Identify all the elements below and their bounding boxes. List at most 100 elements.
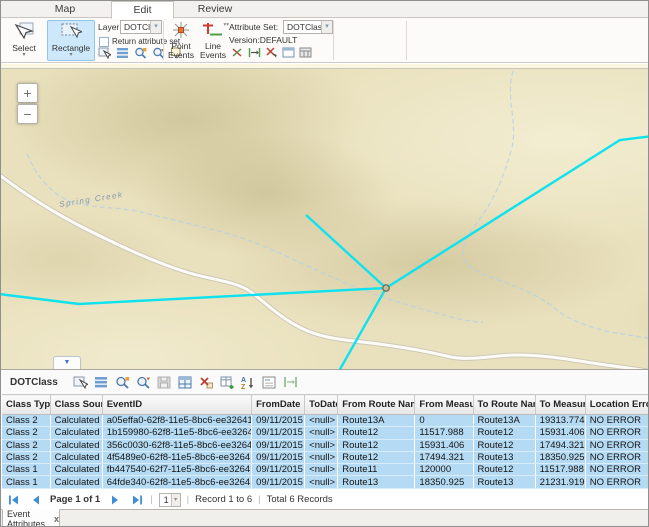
show-table-icon[interactable] <box>177 374 194 390</box>
save-icon[interactable] <box>156 374 173 390</box>
tab-edit[interactable]: Edit <box>111 1 174 19</box>
table-cell[interactable]: <null> <box>305 427 338 439</box>
tab-map[interactable]: Map <box>31 1 99 18</box>
chevron-down-icon[interactable]: ▾ <box>321 21 332 33</box>
column-header[interactable]: Class Type <box>2 395 50 415</box>
table-cell[interactable]: Class 2 <box>2 439 50 451</box>
rectangle-button[interactable]: Rectangle ▾ <box>47 20 95 61</box>
table-cell[interactable]: Class 2 <box>2 451 50 463</box>
column-header[interactable]: Class Source <box>50 395 102 415</box>
event-table-icon[interactable] <box>298 46 312 59</box>
event-panel-icon[interactable] <box>281 46 295 59</box>
zoom-to-selection-icon[interactable] <box>114 374 131 390</box>
table-row[interactable]: Class 2Calculateda05effa0-62f8-11e5-8bc6… <box>2 415 649 427</box>
table-row[interactable]: Class 1Calculatedfb447540-62f7-11e5-8bc6… <box>2 464 649 476</box>
split-event-icon[interactable] <box>230 46 244 59</box>
table-cell[interactable]: Calculated <box>50 451 102 463</box>
table-cell[interactable]: Route11 <box>338 464 415 476</box>
table-cell[interactable]: 17494.321 <box>535 439 585 451</box>
map-canvas[interactable]: + − Spring Creek ▼ <box>1 69 649 369</box>
table-cell[interactable]: Route13 <box>338 476 415 488</box>
point-events-button[interactable]: Point Events <box>165 20 197 61</box>
last-page-button[interactable] <box>130 493 144 506</box>
table-cell[interactable]: 09/11/2015 <box>252 451 305 463</box>
table-cell[interactable]: 09/11/2015 <box>252 439 305 451</box>
table-cell[interactable]: <null> <box>305 439 338 451</box>
table-cell[interactable]: <null> <box>305 476 338 488</box>
table-cell[interactable]: 09/11/2015 <box>252 476 305 488</box>
select-button[interactable]: Select ▾ <box>5 20 43 61</box>
table-cell[interactable]: NO ERROR <box>585 439 648 451</box>
chevron-down-icon[interactable]: ▾ <box>171 494 180 506</box>
table-cell[interactable]: <null> <box>305 415 338 427</box>
line-events-button[interactable]: Line Events ▾▾ <box>198 20 228 61</box>
panel-collapse-button[interactable]: ▼ <box>53 356 81 369</box>
table-cell[interactable]: NO ERROR <box>585 451 648 463</box>
table-cell[interactable]: 11517.988 <box>535 464 585 476</box>
table-row[interactable]: Class 2Calculated1b159980-62f8-11e5-8bc6… <box>2 427 649 439</box>
table-cell[interactable]: 09/11/2015 <box>252 427 305 439</box>
table-cell[interactable]: Route13A <box>338 415 415 427</box>
table-cell[interactable]: 0 <box>415 415 473 427</box>
table-cell[interactable]: 09/11/2015 <box>252 464 305 476</box>
page-number-combobox[interactable]: 1 ▾ <box>159 493 181 507</box>
layer-combobox[interactable]: DOTClass ▾ <box>120 20 162 34</box>
table-cell[interactable]: NO ERROR <box>585 427 648 439</box>
table-cell[interactable]: 21231.919 <box>535 476 585 488</box>
measure-range-icon[interactable] <box>282 374 299 390</box>
table-cell[interactable]: NO ERROR <box>585 415 648 427</box>
table-cell[interactable]: <null> <box>305 451 338 463</box>
table-cell[interactable]: 4f5489e0-62f8-11e5-8bc6-ee32641d5ec9 <box>102 451 251 463</box>
pan-to-selection-icon[interactable] <box>135 374 152 390</box>
table-cell[interactable]: 09/11/2015 <box>252 415 305 427</box>
column-header[interactable]: From Measure <box>415 395 473 415</box>
select-features-icon[interactable] <box>97 46 111 59</box>
event-table[interactable]: Class TypeClass SourceEventIDFromDateToD… <box>2 394 649 489</box>
table-cell[interactable]: Route12 <box>473 439 535 451</box>
table-cell[interactable]: Route12 <box>338 427 415 439</box>
table-cell[interactable]: Class 2 <box>2 415 50 427</box>
table-row[interactable]: Class 1Calculated64fde340-62f8-11e5-8bc6… <box>2 476 649 488</box>
table-cell[interactable]: Calculated <box>50 439 102 451</box>
table-cell[interactable]: NO ERROR <box>585 464 648 476</box>
table-cell[interactable]: Route12 <box>338 451 415 463</box>
list-icon[interactable] <box>93 374 110 390</box>
close-icon[interactable]: x <box>54 514 59 524</box>
column-header[interactable]: To Route Name <box>473 395 535 415</box>
table-cell[interactable]: Route13 <box>473 451 535 463</box>
measure-extent-icon[interactable] <box>247 46 261 59</box>
table-cell[interactable]: 15931.406 <box>415 439 473 451</box>
zoom-in-button[interactable]: + <box>17 83 38 103</box>
add-record-icon[interactable] <box>219 374 236 390</box>
table-cell[interactable]: Route13 <box>473 476 535 488</box>
table-cell[interactable]: 64fde340-62f8-11e5-8bc6-ee32641d5ec9 <box>102 476 251 488</box>
first-page-button[interactable] <box>6 493 20 506</box>
next-page-button[interactable] <box>108 493 122 506</box>
previous-page-button[interactable] <box>28 493 42 506</box>
column-header[interactable]: FromDate <box>252 395 305 415</box>
table-cell[interactable]: Calculated <box>50 464 102 476</box>
table-cell[interactable]: Class 1 <box>2 476 50 488</box>
column-header[interactable]: EventID <box>102 395 251 415</box>
column-header[interactable]: Location Error <box>585 395 648 415</box>
chevron-down-icon[interactable]: ▾ <box>150 21 161 33</box>
table-cell[interactable]: 19313.774 <box>535 415 585 427</box>
attribute-set-combobox[interactable]: DOTClass ▾ <box>283 20 333 34</box>
table-row[interactable]: Class 2Calculated356c0030-62f8-11e5-8bc6… <box>2 439 649 451</box>
table-cell[interactable]: Class 2 <box>2 427 50 439</box>
column-header[interactable]: From Route Name <box>338 395 415 415</box>
table-cell[interactable]: Calculated <box>50 427 102 439</box>
zoom-out-button[interactable]: − <box>17 104 38 124</box>
table-cell[interactable]: 18350.925 <box>535 451 585 463</box>
table-cell[interactable]: Route13A <box>473 415 535 427</box>
table-cell[interactable]: 1b159980-62f8-11e5-8bc6-ee32641d5ec9 <box>102 427 251 439</box>
table-cell[interactable]: <null> <box>305 464 338 476</box>
table-cell[interactable]: 17494.321 <box>415 451 473 463</box>
selection-list-icon[interactable] <box>115 46 129 59</box>
column-header[interactable]: ToDate <box>305 395 338 415</box>
table-cell[interactable]: 11517.988 <box>415 427 473 439</box>
tab-review[interactable]: Review <box>181 1 249 18</box>
column-header[interactable]: To Measure <box>535 395 585 415</box>
delete-event-icon[interactable] <box>198 374 215 390</box>
table-cell[interactable]: 15931.406 <box>535 427 585 439</box>
